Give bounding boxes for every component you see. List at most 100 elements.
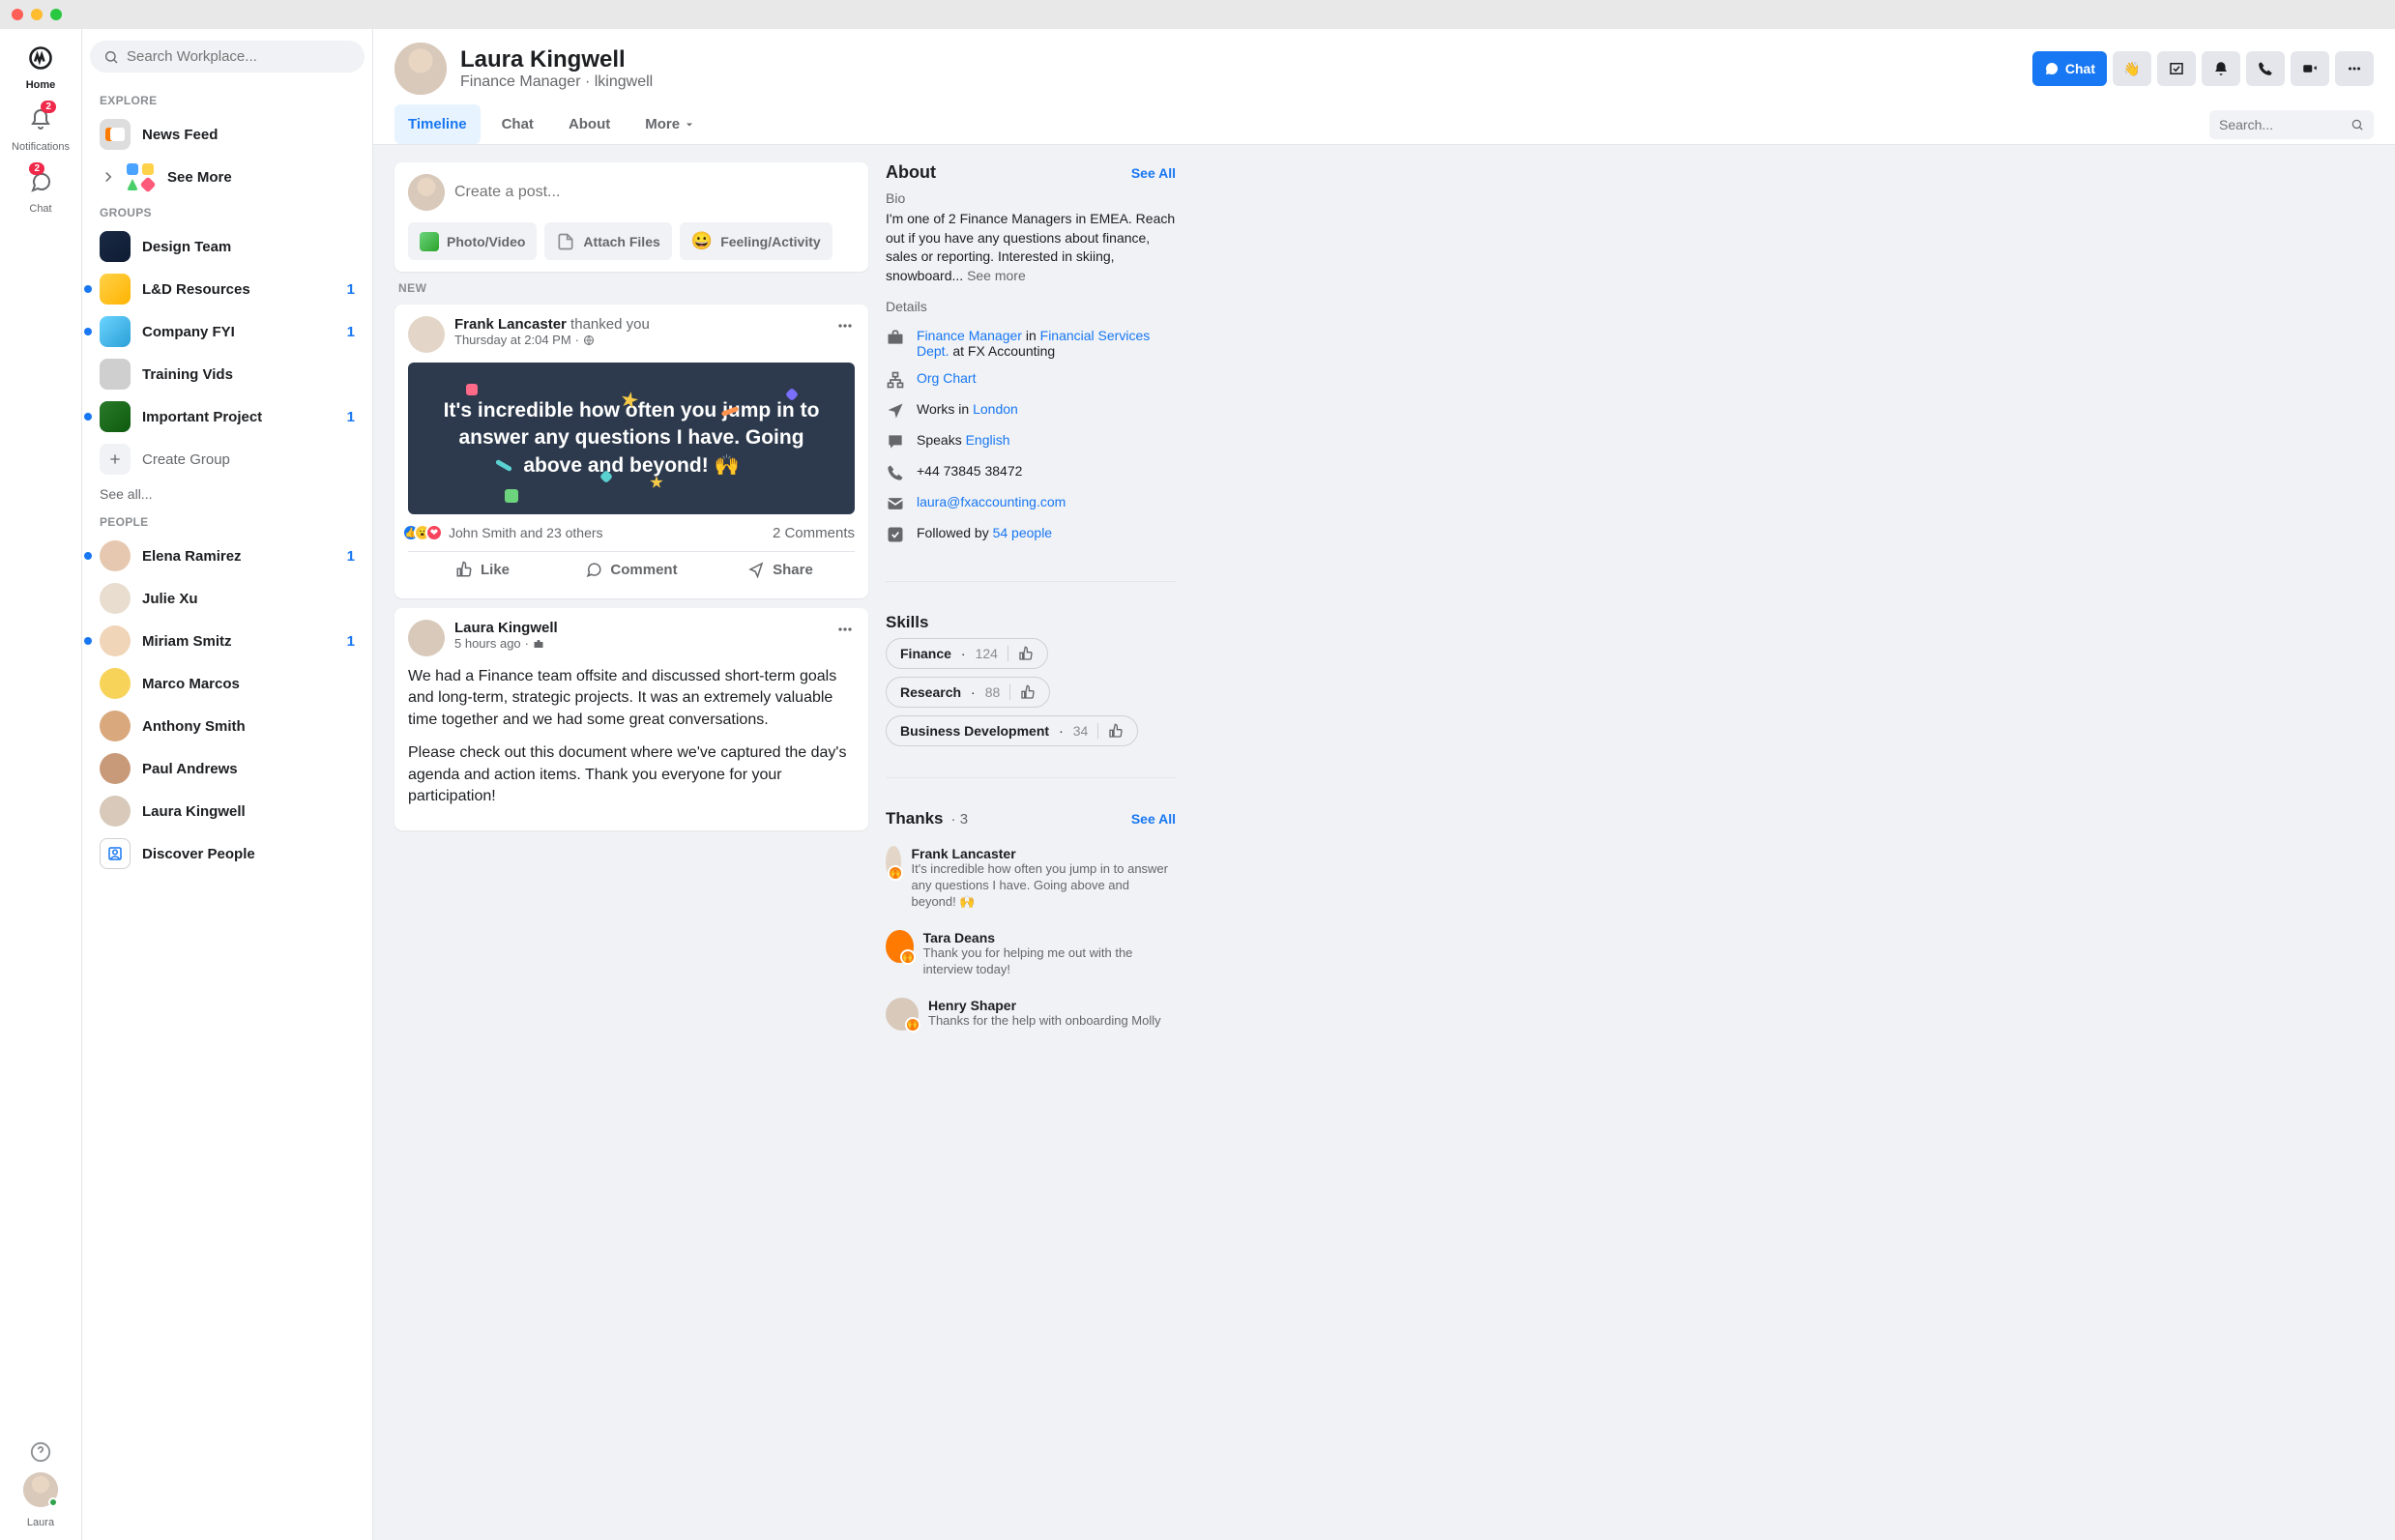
share-button[interactable]: Share <box>706 552 855 587</box>
wave-button[interactable]: 👋 <box>2113 51 2151 86</box>
rail-notifications[interactable]: 2 Notifications <box>12 102 70 153</box>
post-thanked: Frank Lancaster thanked you Thursday at … <box>394 305 868 598</box>
post-paragraph: We had a Finance team offsite and discus… <box>408 666 855 731</box>
profile-search-input[interactable] <box>2219 117 2345 132</box>
org-chart-icon <box>886 370 905 390</box>
sidebar-group-item[interactable]: Company FYI1 <box>90 310 365 353</box>
composer-attach-chip[interactable]: Attach Files <box>544 222 671 260</box>
comment-button[interactable]: Comment <box>557 552 706 587</box>
chip-label: Attach Files <box>583 234 659 249</box>
more-button[interactable] <box>2335 51 2374 86</box>
endorse-button[interactable] <box>1009 684 1045 700</box>
window-zoom-icon[interactable] <box>50 9 62 20</box>
detail-orgchart[interactable]: Org Chart <box>886 364 1176 395</box>
call-button[interactable] <box>2246 51 2285 86</box>
sidebar-group-item[interactable]: Design Team <box>90 225 365 268</box>
detail-email: laura@fxaccounting.com <box>886 488 1176 519</box>
sidebar-person-item[interactable]: Laura Kingwell <box>90 790 365 832</box>
composer-input[interactable] <box>454 184 855 201</box>
sidebar-item-discover[interactable]: Discover People <box>90 832 365 875</box>
see-all-link[interactable]: See All <box>1131 811 1176 827</box>
thank-item[interactable]: 🙌Tara DeansThank you for helping me out … <box>886 920 1176 988</box>
window-close-icon[interactable] <box>12 9 23 20</box>
tab-more[interactable]: More <box>631 104 709 144</box>
sidebar-group-item[interactable]: Training Vids <box>90 353 365 395</box>
profile-search-wrapper[interactable] <box>2209 110 2374 139</box>
avatar[interactable] <box>408 316 445 353</box>
photo-icon <box>420 232 439 251</box>
see-more-link[interactable]: See more <box>967 268 1026 283</box>
main-content: Laura Kingwell Finance Manager · lkingwe… <box>372 29 2395 1540</box>
avatar <box>100 711 131 741</box>
rail-user-avatar[interactable] <box>23 1472 58 1507</box>
chat-button[interactable]: Chat <box>2032 51 2107 86</box>
reactions-icons[interactable]: 👍😮❤ <box>408 524 443 541</box>
speech-icon <box>886 432 905 451</box>
like-button[interactable]: Like <box>408 552 557 587</box>
sidebar-person-item[interactable]: Paul Andrews <box>90 747 365 790</box>
thank-item[interactable]: 🙌Frank LancasterIt's incredible how ofte… <box>886 836 1176 920</box>
skill-pill[interactable]: Finance · 124 <box>886 638 1048 669</box>
sidebar-person-item[interactable]: Anthony Smith <box>90 705 365 747</box>
avatar[interactable] <box>408 620 445 656</box>
skill-name: Research <box>900 684 961 700</box>
role-link[interactable]: Finance Manager <box>917 328 1022 343</box>
sidebar-person-item[interactable]: Elena Ramirez1 <box>90 535 365 577</box>
skill-pill[interactable]: Business Development · 34 <box>886 715 1138 746</box>
skill-count: 34 <box>1073 723 1089 739</box>
notif-button[interactable] <box>2202 51 2240 86</box>
video-icon <box>2301 60 2319 77</box>
unread-dot-icon <box>84 328 92 335</box>
video-button[interactable] <box>2291 51 2329 86</box>
post-time[interactable]: 5 hours ago <box>454 636 521 651</box>
followers-link[interactable]: 54 people <box>993 525 1053 540</box>
post-author[interactable]: Laura Kingwell <box>454 620 558 636</box>
sidebar-group-item[interactable]: L&D Resources1 <box>90 268 365 310</box>
tab-chat[interactable]: Chat <box>488 104 547 144</box>
post-author[interactable]: Frank Lancaster <box>454 316 567 333</box>
sidebar-item-label: Company FYI <box>142 324 336 340</box>
thanks-title: Thanks <box>886 809 944 828</box>
see-all-link[interactable]: See All <box>1131 165 1176 181</box>
sidebar-item-newsfeed[interactable]: News Feed <box>90 113 365 156</box>
lang-link[interactable]: English <box>966 432 1010 448</box>
composer-feeling-chip[interactable]: 😀Feeling/Activity <box>680 222 832 260</box>
sidebar-group-item[interactable]: Important Project1 <box>90 395 365 438</box>
profile-avatar[interactable] <box>394 43 447 95</box>
skill-pill[interactable]: Research · 88 <box>886 677 1050 708</box>
tab-about[interactable]: About <box>555 104 624 144</box>
endorse-button[interactable] <box>1097 723 1133 739</box>
tab-timeline[interactable]: Timeline <box>394 104 481 144</box>
org-chart-link[interactable]: Org Chart <box>917 370 976 386</box>
composer-photo-chip[interactable]: Photo/Video <box>408 222 537 260</box>
reactions-text[interactable]: John Smith and 23 others <box>449 525 603 540</box>
tasks-button[interactable] <box>2157 51 2196 86</box>
help-icon[interactable] <box>30 1441 51 1463</box>
search-input-wrapper[interactable] <box>90 41 365 73</box>
thank-name: Henry Shaper <box>928 998 1161 1013</box>
sidebar-item-seemore[interactable]: See More <box>90 156 365 198</box>
sidebar-person-item[interactable]: Miriam Smitz1 <box>90 620 365 662</box>
post-menu-button[interactable] <box>835 620 855 656</box>
rail-chat[interactable]: 2 Chat <box>23 164 58 215</box>
sidebar-person-item[interactable]: Julie Xu <box>90 577 365 620</box>
comments-count[interactable]: 2 Comments <box>773 525 855 541</box>
thank-item[interactable]: 🙌Henry ShaperThanks for the help with on… <box>886 988 1176 1040</box>
rail-home[interactable]: Home <box>23 41 58 91</box>
share-icon <box>747 561 765 578</box>
nav-rail: Home 2 Notifications 2 Chat <box>0 29 82 1540</box>
sidebar-item-label: Marco Marcos <box>142 676 355 692</box>
search-icon <box>2351 117 2364 132</box>
post-time[interactable]: Thursday at 2:04 PM <box>454 333 571 347</box>
sidebar-item-create-group[interactable]: Create Group <box>90 438 365 480</box>
chat-badge: 2 <box>29 162 44 175</box>
post-offsite: Laura Kingwell 5 hours ago · We had a Fi… <box>394 608 868 830</box>
search-input[interactable] <box>127 48 351 65</box>
city-link[interactable]: London <box>973 401 1018 417</box>
endorse-button[interactable] <box>1008 646 1043 661</box>
window-minimize-icon[interactable] <box>31 9 43 20</box>
sidebar-person-item[interactable]: Marco Marcos <box>90 662 365 705</box>
post-menu-button[interactable] <box>835 316 855 353</box>
email-link[interactable]: laura@fxaccounting.com <box>917 494 1066 509</box>
see-all-link[interactable]: See all... <box>90 480 365 508</box>
